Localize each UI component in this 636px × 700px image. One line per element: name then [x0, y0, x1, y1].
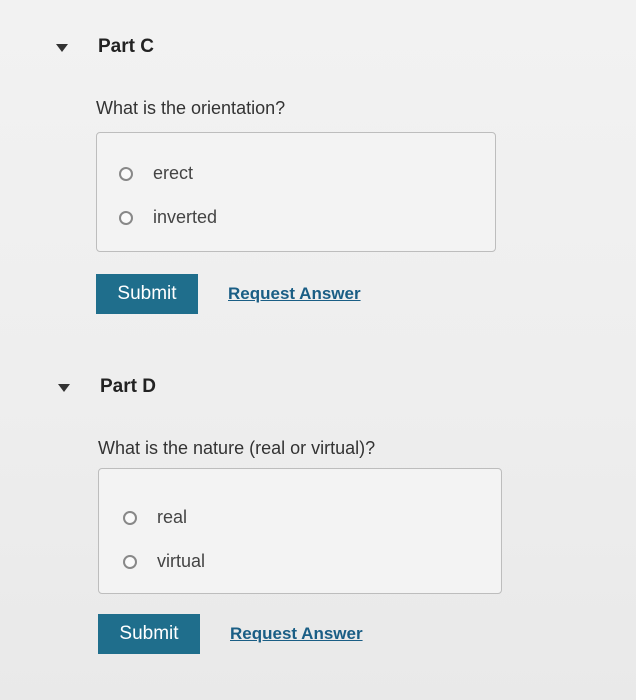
- part-c-actions: Submit Request Answer: [96, 274, 361, 314]
- option-label: real: [157, 507, 188, 527]
- part-d-toggle[interactable]: Part D: [58, 376, 156, 398]
- radio-button[interactable]: [123, 510, 137, 525]
- radio-button[interactable]: [123, 554, 137, 569]
- option-label: virtual: [157, 551, 206, 571]
- radio-button[interactable]: [119, 210, 133, 225]
- part-d-question: What is the nature (real or virtual)?: [98, 438, 376, 458]
- part-d-actions: Submit Request Answer: [98, 614, 363, 654]
- part-c-toggle[interactable]: Part C: [56, 36, 154, 58]
- submit-button[interactable]: Submit: [96, 274, 198, 314]
- part-d-title: Part D: [100, 376, 156, 397]
- request-answer-link[interactable]: Request Answer: [228, 284, 361, 304]
- caret-down-icon: [58, 384, 70, 392]
- part-c-options: erect inverted: [96, 132, 496, 252]
- radio-button[interactable]: [119, 166, 133, 181]
- part-d-options: real virtual: [98, 468, 502, 594]
- option-inverted[interactable]: inverted: [119, 207, 217, 228]
- part-c-question: What is the orientation?: [96, 98, 286, 118]
- submit-button[interactable]: Submit: [98, 614, 200, 654]
- option-label: erect: [153, 163, 194, 183]
- part-c-title: Part C: [98, 36, 154, 57]
- option-real[interactable]: real: [123, 507, 187, 528]
- request-answer-link[interactable]: Request Answer: [230, 624, 363, 644]
- option-label: inverted: [153, 207, 218, 227]
- option-erect[interactable]: erect: [119, 163, 193, 184]
- caret-down-icon: [56, 44, 68, 52]
- option-virtual[interactable]: virtual: [123, 551, 205, 572]
